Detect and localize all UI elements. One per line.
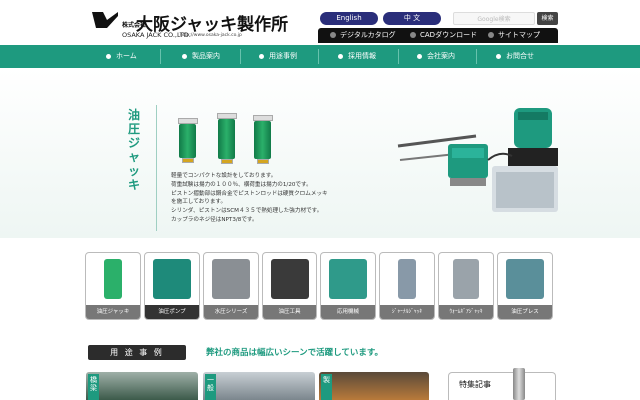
- product-label: ｼﾞｬｰﾅﾙｼﾞｬｯｷ: [380, 305, 434, 319]
- product-thumb-hydraulic-jack[interactable]: 油圧ジャッキ: [85, 252, 141, 320]
- product-thumb-water-series[interactable]: 水圧シリーズ: [203, 252, 259, 320]
- hero-desc-line-1: 軽量でコンパクトな設計をしております。: [171, 173, 277, 179]
- product-thumb-hydraulic-pump[interactable]: 油圧ポンプ: [144, 252, 200, 320]
- product-image: [398, 259, 416, 299]
- usage-card-label: 製: [321, 374, 332, 400]
- hero-desc-line-3: ピストン摺動部は鋼合金でピストンロッドは硬質クロムメッキ: [171, 191, 328, 197]
- usage-section-text: 弊社の商品は幅広いシーンで活躍しています。: [206, 348, 383, 358]
- hero-title: 油圧ジャッキ: [128, 108, 141, 192]
- digital-catalog-label: デジタルカタログ: [340, 31, 396, 39]
- search-button[interactable]: 検索: [537, 12, 558, 25]
- jack-image-2: [217, 113, 237, 164]
- hero-desc-line-6: カップラのネジ径はNPT3/8です。: [171, 217, 258, 223]
- digital-catalog-link[interactable]: デジタルカタログ: [330, 28, 396, 43]
- nav-divider: [476, 49, 477, 64]
- arrow-icon: [496, 53, 501, 59]
- product-image: [329, 259, 367, 299]
- nav-divider: [240, 49, 241, 64]
- product-image: [506, 259, 544, 299]
- product-label: 油圧工具: [263, 305, 316, 319]
- product-label: 応用機械: [321, 305, 375, 319]
- arrow-icon: [106, 53, 111, 59]
- nav-home[interactable]: ホーム: [106, 45, 137, 68]
- cad-download-label: CADダウンロード: [420, 31, 478, 39]
- hydraulic-pump-image: [397, 108, 558, 212]
- arrow-icon: [182, 53, 187, 59]
- product-thumb-applied-machinery[interactable]: 応用機械: [320, 252, 376, 320]
- product-thumb-journal-jack[interactable]: ｼﾞｬｰﾅﾙｼﾞｬｯｷ: [379, 252, 435, 320]
- hero-divider: [156, 105, 157, 231]
- hero-desc-line-5: シリンダ、ピストンはSCM４３５で熱処理した強力材です。: [171, 208, 323, 214]
- logo-corporate-prefix: 株式会社: [122, 21, 147, 29]
- product-label: 油圧ジャッキ: [86, 305, 140, 319]
- logo-url: http://www.osaka-jack.co.jp: [180, 33, 242, 38]
- usage-card-label: 橋梁: [88, 374, 99, 400]
- hero-desc-line-4: を施工しております。: [171, 199, 227, 205]
- bullet-icon: [410, 32, 416, 38]
- usage-card-manufacturing[interactable]: 製: [319, 372, 429, 400]
- nav-recruit[interactable]: 採用情報: [338, 45, 376, 68]
- nav-products[interactable]: 製品案内: [182, 45, 220, 68]
- nav-home-label: ホーム: [116, 52, 137, 60]
- nav-company-label: 会社案内: [427, 52, 455, 60]
- usage-card-label: 一般: [205, 374, 216, 400]
- product-thumb-hydraulic-tools[interactable]: 油圧工具: [262, 252, 317, 320]
- bullet-icon: [488, 32, 494, 38]
- usage-section-label: 用 途 事 例: [88, 345, 186, 360]
- nav-divider: [160, 49, 161, 64]
- sitemap-link[interactable]: サイトマップ: [488, 28, 540, 43]
- nav-usage-label: 用途事例: [269, 52, 297, 60]
- product-image: [104, 259, 122, 299]
- arrow-icon: [259, 53, 264, 59]
- nav-contact-label: お問合せ: [506, 52, 534, 60]
- sitemap-label: サイトマップ: [498, 31, 540, 39]
- product-image: [453, 259, 479, 299]
- product-label: ｳｫｰﾑｷﾞｱｼﾞｬｯｷ: [439, 305, 493, 319]
- english-button[interactable]: English: [320, 12, 378, 25]
- nav-usage[interactable]: 用途事例: [259, 45, 297, 68]
- product-label: 油圧ポンプ: [145, 305, 199, 319]
- product-image: [212, 259, 250, 299]
- arrow-icon: [417, 53, 422, 59]
- jack-image-3: [253, 115, 273, 164]
- nav-products-label: 製品案内: [192, 52, 220, 60]
- nav-divider: [318, 49, 319, 64]
- search-input[interactable]: Google検索: [453, 12, 535, 25]
- feature-label: 特集記事: [459, 380, 491, 389]
- product-image: [271, 259, 309, 299]
- chinese-button[interactable]: 中 文: [383, 12, 441, 25]
- nav-contact[interactable]: お問合せ: [496, 45, 534, 68]
- bullet-icon: [330, 32, 336, 38]
- jack-image-1: [178, 118, 198, 163]
- usage-card-general[interactable]: 一般: [203, 372, 315, 400]
- nav-company[interactable]: 会社案内: [417, 45, 455, 68]
- product-label: 水圧シリーズ: [204, 305, 258, 319]
- product-image: [153, 259, 191, 299]
- usage-card-bridge[interactable]: 橋梁: [86, 372, 198, 400]
- feature-image: [513, 368, 525, 400]
- product-thumb-worm-gear-jack[interactable]: ｳｫｰﾑｷﾞｱｼﾞｬｯｷ: [438, 252, 494, 320]
- product-thumb-hydraulic-press[interactable]: 油圧プレス: [497, 252, 553, 320]
- logo-mark-icon[interactable]: [90, 10, 120, 30]
- arrow-icon: [338, 53, 343, 59]
- product-label: 油圧プレス: [498, 305, 552, 319]
- nav-recruit-label: 採用情報: [348, 52, 376, 60]
- main-nav: [0, 45, 640, 68]
- cad-download-link[interactable]: CADダウンロード: [410, 28, 477, 43]
- hero-desc-line-2: 荷重試験は揚力の１００％、横荷重は揚力の1/20です。: [171, 182, 312, 188]
- nav-divider: [398, 49, 399, 64]
